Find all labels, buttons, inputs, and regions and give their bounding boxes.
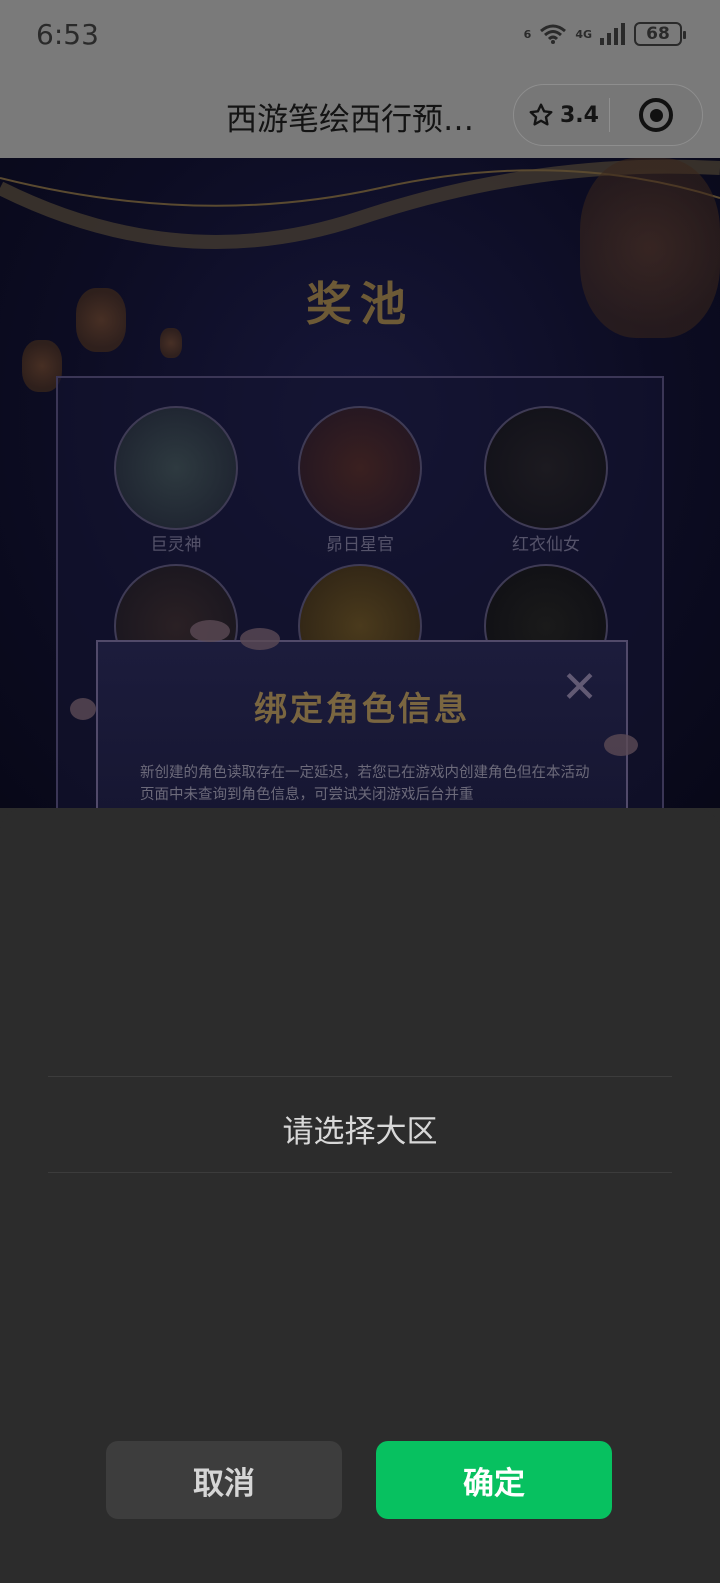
rating-button[interactable]: 3.4: [514, 102, 609, 128]
network-tag-4g: 4G: [575, 27, 592, 41]
hero-name: 巨灵神: [150, 535, 202, 555]
bind-dialog-title: 绑定角色信息: [254, 689, 470, 728]
flower-decoration: [240, 628, 280, 650]
mini-program-title-bar: 西游笔绘西行预… 3.4: [0, 78, 720, 158]
close-program-button[interactable]: [610, 98, 702, 132]
status-bar: 6:53 6 4G 68: [0, 0, 720, 78]
hero-name: 昴日星官: [326, 535, 394, 555]
hero-avatar: [484, 406, 608, 530]
bind-role-dialog: 绑定角色信息 ✕ 新创建的角色读取存在一定延迟，若您已在游戏内创建角色但在本活动…: [96, 640, 628, 808]
hero-avatar: [298, 406, 422, 530]
status-time: 6:53: [36, 18, 99, 51]
picker-indicator-top: [48, 1076, 672, 1077]
flower-decoration: [190, 620, 230, 642]
status-icons: 6 4G 68: [523, 22, 686, 46]
hero-avatar: [114, 406, 238, 530]
capsule-menu: 3.4: [513, 84, 703, 146]
region-picker-sheet: 请选择大区 取消 确定: [0, 808, 720, 1583]
target-icon: [639, 98, 673, 132]
close-icon: ✕: [561, 662, 598, 713]
flower-decoration: [604, 734, 638, 756]
battery-icon: 68: [634, 22, 686, 46]
cancel-button[interactable]: 取消: [106, 1441, 342, 1519]
picker-indicator-bottom: [48, 1172, 672, 1173]
confirm-button[interactable]: 确定: [376, 1441, 612, 1519]
wifi-icon: [540, 24, 567, 44]
flower-decoration: [70, 698, 96, 720]
hero-name: 红衣仙女: [512, 535, 580, 555]
rating-value: 3.4: [560, 102, 599, 128]
signal-icon: [600, 23, 625, 45]
region-picker-option[interactable]: 请选择大区: [0, 1106, 720, 1151]
page-title: 西游笔绘西行预…: [226, 102, 474, 138]
dimmed-page-background: 奖池 巨灵神 昴日星官 红衣仙女 绑定角色信息 ✕ 新创建的角色读取存在一定延迟…: [0, 158, 720, 808]
network-tag-6: 6: [523, 27, 532, 41]
star-icon: [529, 103, 553, 126]
prize-pool-title: 奖池: [306, 277, 414, 331]
bind-dialog-description: 新创建的角色读取存在一定延迟，若您已在游戏内创建角色但在本活动页面中未查询到角色…: [140, 765, 590, 803]
